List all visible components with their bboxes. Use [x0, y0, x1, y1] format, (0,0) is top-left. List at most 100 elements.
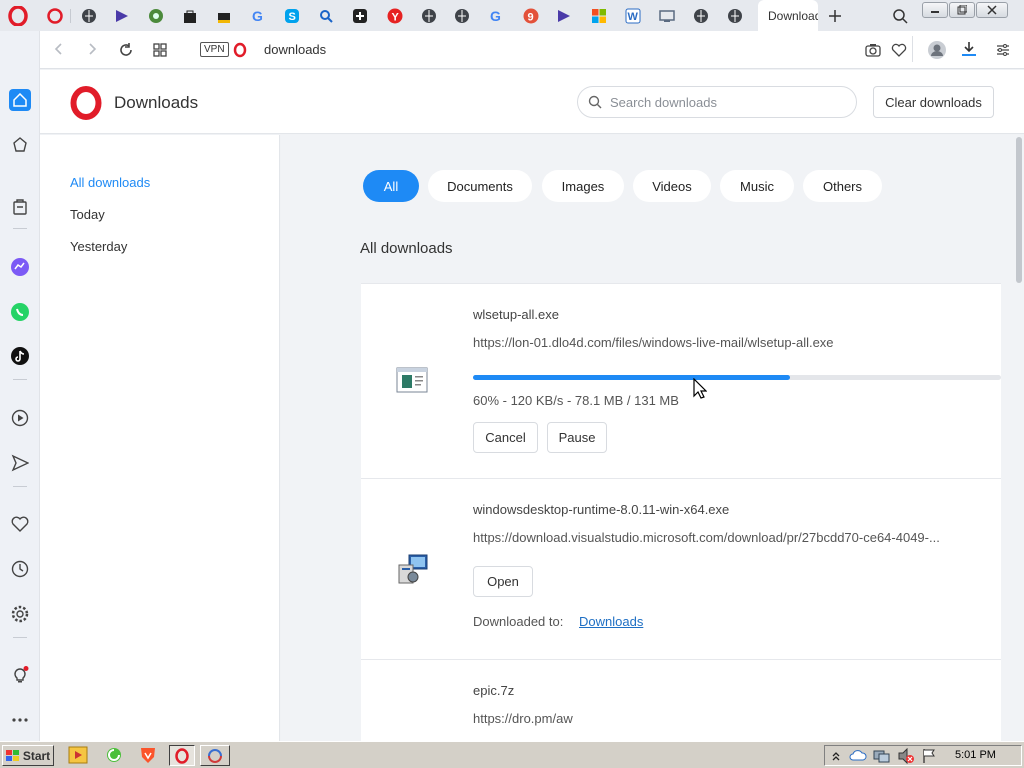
search-input[interactable]: [610, 94, 830, 110]
open-button[interactable]: Open: [473, 566, 533, 597]
windows-logo-icon: [5, 749, 19, 761]
svg-text:S: S: [289, 11, 296, 23]
more-icon[interactable]: [9, 709, 31, 731]
brave-icon[interactable]: [138, 746, 158, 764]
tab-globe-icon[interactable]: [690, 5, 712, 27]
wallet-icon[interactable]: [9, 195, 31, 217]
mouse-cursor-icon: [693, 378, 707, 400]
filter-documents[interactable]: Documents: [428, 170, 532, 202]
filter-images[interactable]: Images: [542, 170, 624, 202]
scrollbar[interactable]: [1013, 135, 1024, 741]
scrollbar-thumb[interactable]: [1016, 137, 1022, 283]
send-icon[interactable]: [9, 452, 31, 474]
download-item: epic.7z https://dro.pm/aw: [361, 659, 1001, 741]
refresh-app-icon[interactable]: [104, 746, 124, 764]
cloud-icon[interactable]: [849, 748, 867, 762]
tab-play-icon[interactable]: [111, 5, 133, 27]
clock[interactable]: 5:01 PM: [955, 749, 996, 761]
search-box[interactable]: [577, 86, 857, 118]
file-name[interactable]: wlsetup-all.exe: [473, 307, 559, 322]
url-text[interactable]: downloads: [264, 42, 326, 57]
svg-text:G: G: [252, 8, 263, 24]
speed-dial-icon[interactable]: [152, 42, 168, 58]
minimize-button[interactable]: [922, 2, 948, 18]
tab-globe-icon[interactable]: [451, 5, 473, 27]
file-url: https://dro.pm/aw: [473, 711, 573, 726]
download-item: wlsetup-all.exe https://lon-01.dlo4d.com…: [361, 283, 1001, 478]
tab-search-icon[interactable]: [315, 5, 337, 27]
tab-opera-icon[interactable]: [44, 5, 66, 27]
back-icon[interactable]: [52, 42, 66, 56]
file-name[interactable]: windowsdesktop-runtime-8.0.11-win-x64.ex…: [473, 502, 729, 517]
new-tab-icon[interactable]: [824, 5, 846, 27]
filter-videos[interactable]: Videos: [633, 170, 711, 202]
tab-google-icon[interactable]: G: [247, 5, 269, 27]
flag-icon[interactable]: [921, 748, 937, 764]
tab-yandex-icon[interactable]: Y: [384, 5, 406, 27]
vpn-badge[interactable]: VPN: [200, 42, 229, 57]
settings-icon[interactable]: [9, 603, 31, 625]
download-icon[interactable]: [961, 41, 977, 57]
tray-arrow-icon[interactable]: [831, 750, 841, 762]
tab-globe-icon[interactable]: [78, 5, 100, 27]
heart-icon[interactable]: [9, 513, 31, 535]
volume-muted-icon[interactable]: [897, 748, 915, 764]
restore-button[interactable]: [949, 2, 975, 18]
filter-music[interactable]: Music: [720, 170, 794, 202]
tab-microsoft-icon[interactable]: [588, 5, 610, 27]
tiktok-icon[interactable]: [9, 345, 31, 367]
opera-taskbar-button[interactable]: [169, 745, 195, 766]
system-tray: 5:01 PM: [824, 745, 1022, 766]
pinboard-icon[interactable]: [9, 134, 31, 156]
media-player-icon[interactable]: [68, 746, 88, 764]
tab-downloads-active[interactable]: Downloads: [758, 0, 818, 31]
search-tabs-icon[interactable]: [889, 5, 911, 27]
download-item: windowsdesktop-runtime-8.0.11-win-x64.ex…: [361, 478, 1001, 659]
tab-word-icon[interactable]: W: [622, 5, 644, 27]
app-taskbar-button[interactable]: [200, 745, 230, 766]
filter-all[interactable]: All: [363, 170, 419, 202]
history-icon[interactable]: [9, 558, 31, 580]
nav-item-today[interactable]: Today: [70, 207, 105, 222]
tips-lightbulb-icon[interactable]: [9, 664, 31, 686]
close-window-button[interactable]: [976, 2, 1008, 18]
filter-others[interactable]: Others: [803, 170, 882, 202]
messenger-icon[interactable]: [9, 256, 31, 278]
tab-google-icon[interactable]: G: [485, 5, 507, 27]
reload-icon[interactable]: [118, 42, 134, 58]
player-icon[interactable]: [9, 407, 31, 429]
forward-icon[interactable]: [85, 42, 99, 56]
tab-play-icon[interactable]: [553, 5, 575, 27]
nav-item-yesterday[interactable]: Yesterday: [70, 239, 127, 254]
start-button[interactable]: Start: [2, 745, 54, 766]
easy-setup-icon[interactable]: [995, 42, 1011, 58]
tab-globe-icon[interactable]: [145, 5, 167, 27]
tab-shopping-bag-icon[interactable]: [179, 5, 201, 27]
tab-add-icon[interactable]: [349, 5, 371, 27]
nav-item-all-downloads[interactable]: All downloads: [70, 175, 150, 190]
heart-icon[interactable]: [891, 42, 907, 58]
tab-skype-icon[interactable]: S: [281, 5, 303, 27]
file-name[interactable]: epic.7z: [473, 683, 514, 698]
opera-menu-icon[interactable]: [7, 5, 29, 27]
home-icon[interactable]: [9, 89, 31, 111]
page-header: Downloads Clear downloads: [40, 70, 1024, 134]
cancel-button[interactable]: Cancel: [473, 422, 538, 453]
camera-icon[interactable]: [865, 42, 881, 58]
whatsapp-icon[interactable]: [9, 301, 31, 323]
tab-globe-icon[interactable]: [724, 5, 746, 27]
address-bar: VPN downloads: [40, 31, 1024, 69]
tab-globe-icon[interactable]: [418, 5, 440, 27]
file-url: https://lon-01.dlo4d.com/files/windows-l…: [473, 335, 834, 350]
tab-screen-icon[interactable]: [656, 5, 678, 27]
tab-opera-gx-icon[interactable]: 9: [520, 5, 542, 27]
progress-track: [473, 375, 1001, 380]
downloads-folder-link[interactable]: Downloads: [579, 614, 643, 629]
clear-downloads-button[interactable]: Clear downloads: [873, 86, 994, 118]
file-url: https://download.visualstudio.microsoft.…: [473, 530, 940, 545]
profile-icon[interactable]: [927, 40, 947, 60]
network-icon[interactable]: [873, 748, 891, 764]
svg-text:W: W: [628, 11, 639, 23]
tab-shopping-bag-icon[interactable]: [213, 5, 235, 27]
pause-button[interactable]: Pause: [547, 422, 607, 453]
